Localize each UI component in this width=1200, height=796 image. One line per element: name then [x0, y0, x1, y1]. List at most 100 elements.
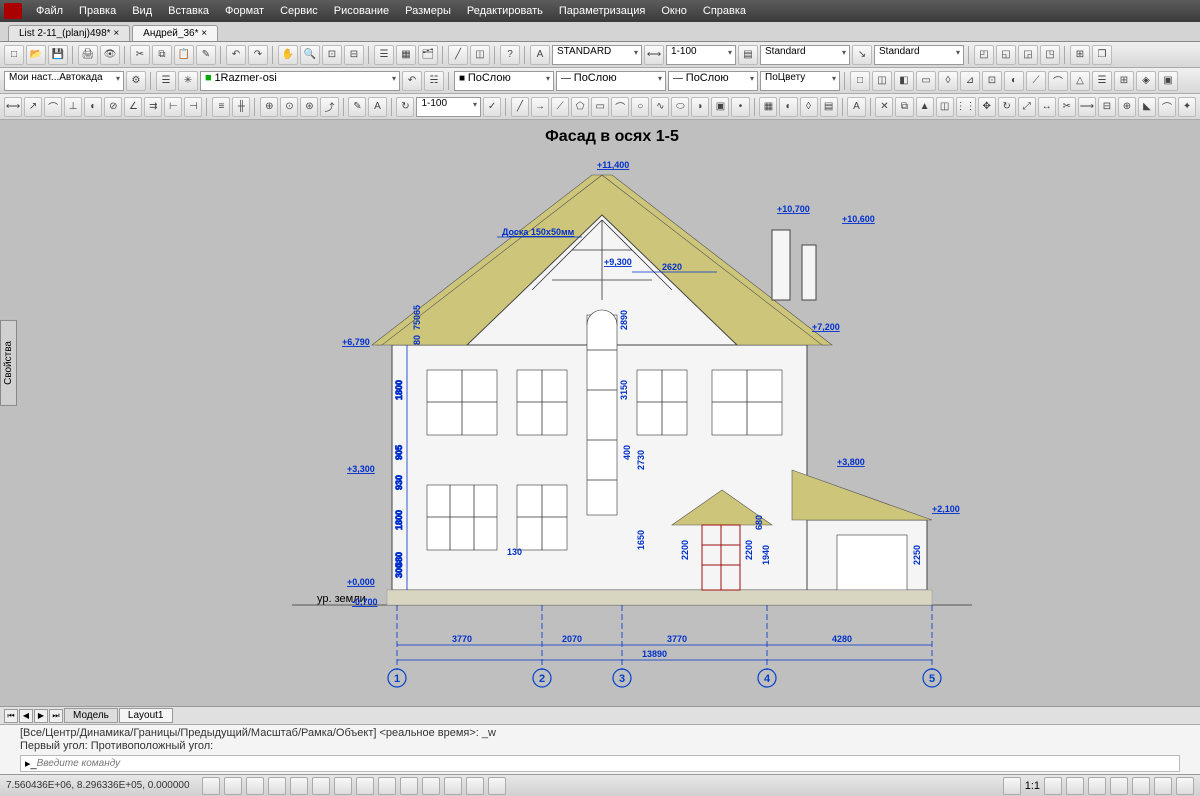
- doc-tab-1[interactable]: List 2-11_(planj)498* ×: [8, 25, 130, 41]
- jog-icon[interactable]: ⤴: [320, 97, 338, 117]
- dim-aligned-icon[interactable]: ↗: [24, 97, 42, 117]
- ducs-toggle[interactable]: [334, 777, 352, 795]
- cut-icon[interactable]: ✂: [130, 45, 150, 65]
- new-icon[interactable]: □: [4, 45, 24, 65]
- menu-dimensions[interactable]: Размеры: [397, 5, 459, 17]
- doc-tab-2[interactable]: Андрей_36* ×: [132, 25, 218, 41]
- tool-g-icon[interactable]: ⊡: [982, 71, 1002, 91]
- lineweight-select[interactable]: — ПоСлою: [668, 71, 758, 91]
- menu-view[interactable]: Вид: [124, 5, 160, 17]
- workspace-icon[interactable]: [1088, 777, 1106, 795]
- tool-i-icon[interactable]: ⟋: [1026, 71, 1046, 91]
- tolerance-icon[interactable]: ⊕: [260, 97, 278, 117]
- undo-icon[interactable]: ↶: [226, 45, 246, 65]
- props-icon[interactable]: ☰: [374, 45, 394, 65]
- tool-d-icon[interactable]: ▭: [916, 71, 936, 91]
- qp-toggle[interactable]: [400, 777, 418, 795]
- cascade-icon[interactable]: ❐: [1092, 45, 1112, 65]
- annotation-auto-icon[interactable]: [1066, 777, 1084, 795]
- layout-last-icon[interactable]: ⏭: [49, 709, 63, 723]
- zoom-prev-icon[interactable]: ⊟: [344, 45, 364, 65]
- print-icon[interactable]: 🖨: [78, 45, 98, 65]
- win-4-icon[interactable]: ◳: [1040, 45, 1060, 65]
- lock-ui-icon[interactable]: [1110, 777, 1128, 795]
- mod-copy-icon[interactable]: ⧉: [895, 97, 913, 117]
- draw-line-icon[interactable]: ╱: [511, 97, 529, 117]
- model-toggle[interactable]: [444, 777, 462, 795]
- extra-toggle-1[interactable]: [466, 777, 484, 795]
- text-style-select[interactable]: STANDARD: [552, 45, 642, 65]
- tool-h-icon[interactable]: ◐: [1004, 71, 1024, 91]
- properties-panel-tab[interactable]: Свойства: [0, 320, 17, 406]
- drawing-area[interactable]: Свойства Фасад в осях 1-5 ур. земли: [0, 120, 1200, 706]
- layout-first-icon[interactable]: ⏮: [4, 709, 18, 723]
- layer-tool-icon[interactable]: ☵: [424, 71, 444, 91]
- extra-toggle-2[interactable]: [488, 777, 506, 795]
- layout-next-icon[interactable]: ▶: [34, 709, 48, 723]
- layer-prev-icon[interactable]: ↶: [402, 71, 422, 91]
- mod-offset-icon[interactable]: ◫: [936, 97, 954, 117]
- menu-parametric[interactable]: Параметризация: [551, 5, 653, 17]
- line-icon[interactable]: ╱: [448, 45, 468, 65]
- dim-dia-icon[interactable]: ⊘: [104, 97, 122, 117]
- zoom-win-icon[interactable]: ⊡: [322, 45, 342, 65]
- dim-base-icon[interactable]: ⊢: [164, 97, 182, 117]
- menu-file[interactable]: Файл: [28, 5, 71, 17]
- table-style-select[interactable]: Standard: [760, 45, 850, 65]
- tool-f-icon[interactable]: ⊿: [960, 71, 980, 91]
- menu-window[interactable]: Окно: [653, 5, 695, 17]
- tool-j-icon[interactable]: ⌒: [1048, 71, 1068, 91]
- menu-format[interactable]: Формат: [217, 5, 272, 17]
- inspect-icon[interactable]: ⊛: [300, 97, 318, 117]
- tool-l-icon[interactable]: ☰: [1092, 71, 1112, 91]
- table-style-icon[interactable]: ▤: [738, 45, 758, 65]
- mod-move-icon[interactable]: ✥: [978, 97, 996, 117]
- dim-apply-icon[interactable]: ✓: [483, 97, 501, 117]
- win-2-icon[interactable]: ◱: [996, 45, 1016, 65]
- layer-select[interactable]: ■ 1Razmer-osi: [200, 71, 400, 91]
- draw-ellipse-icon[interactable]: ⬭: [671, 97, 689, 117]
- tool-b-icon[interactable]: ◫: [872, 71, 892, 91]
- mod-mirror-icon[interactable]: ▲: [916, 97, 934, 117]
- ortho-toggle[interactable]: [246, 777, 264, 795]
- mod-chamfer-icon[interactable]: ◣: [1138, 97, 1156, 117]
- plotstyle-select[interactable]: ПоЦвету: [760, 71, 840, 91]
- tool-c-icon[interactable]: ◧: [894, 71, 914, 91]
- menu-edit[interactable]: Правка: [71, 5, 124, 17]
- otrack-toggle[interactable]: [312, 777, 330, 795]
- snap-toggle[interactable]: [202, 777, 220, 795]
- command-input[interactable]: [37, 758, 1175, 769]
- mod-extend-icon[interactable]: ⟶: [1078, 97, 1096, 117]
- tool-m-icon[interactable]: ⊞: [1114, 71, 1134, 91]
- hardware-accel-icon[interactable]: [1132, 777, 1150, 795]
- color-select[interactable]: ■ ПоСлою: [454, 71, 554, 91]
- draw-ell-arc-icon[interactable]: ◗: [691, 97, 709, 117]
- annotation-scale-icon[interactable]: [1003, 777, 1021, 795]
- text-style-icon[interactable]: A: [530, 45, 550, 65]
- layer-props-icon[interactable]: ☰: [156, 71, 176, 91]
- mleader-icon[interactable]: ↘: [852, 45, 872, 65]
- region-icon[interactable]: ◊: [800, 97, 818, 117]
- polar-toggle[interactable]: [268, 777, 286, 795]
- dim-update-icon[interactable]: ↻: [396, 97, 414, 117]
- calc-icon[interactable]: 🗂: [418, 45, 438, 65]
- menu-help[interactable]: Справка: [695, 5, 754, 17]
- redo-icon[interactable]: ↷: [248, 45, 268, 65]
- draw-arc-icon[interactable]: ⌒: [611, 97, 629, 117]
- hatch-icon[interactable]: ▦: [759, 97, 777, 117]
- tool-palette-icon[interactable]: ▦: [396, 45, 416, 65]
- mod-explode-icon[interactable]: ✦: [1178, 97, 1196, 117]
- dim-tedit-icon[interactable]: A: [368, 97, 386, 117]
- menu-tools[interactable]: Сервис: [272, 5, 326, 17]
- draw-block-icon[interactable]: ▣: [711, 97, 729, 117]
- tool-k-icon[interactable]: △: [1070, 71, 1090, 91]
- dim-cont-icon[interactable]: ⊣: [184, 97, 202, 117]
- dim-arc-icon[interactable]: ⌒: [44, 97, 62, 117]
- draw-point-icon[interactable]: •: [731, 97, 749, 117]
- mod-fillet-icon[interactable]: ⌒: [1158, 97, 1176, 117]
- layout-tab-1[interactable]: Layout1: [119, 708, 173, 723]
- preview-icon[interactable]: 👁: [100, 45, 120, 65]
- tool-e-icon[interactable]: ◊: [938, 71, 958, 91]
- draw-ray-icon[interactable]: →: [531, 97, 549, 117]
- annotation-vis-icon[interactable]: [1044, 777, 1062, 795]
